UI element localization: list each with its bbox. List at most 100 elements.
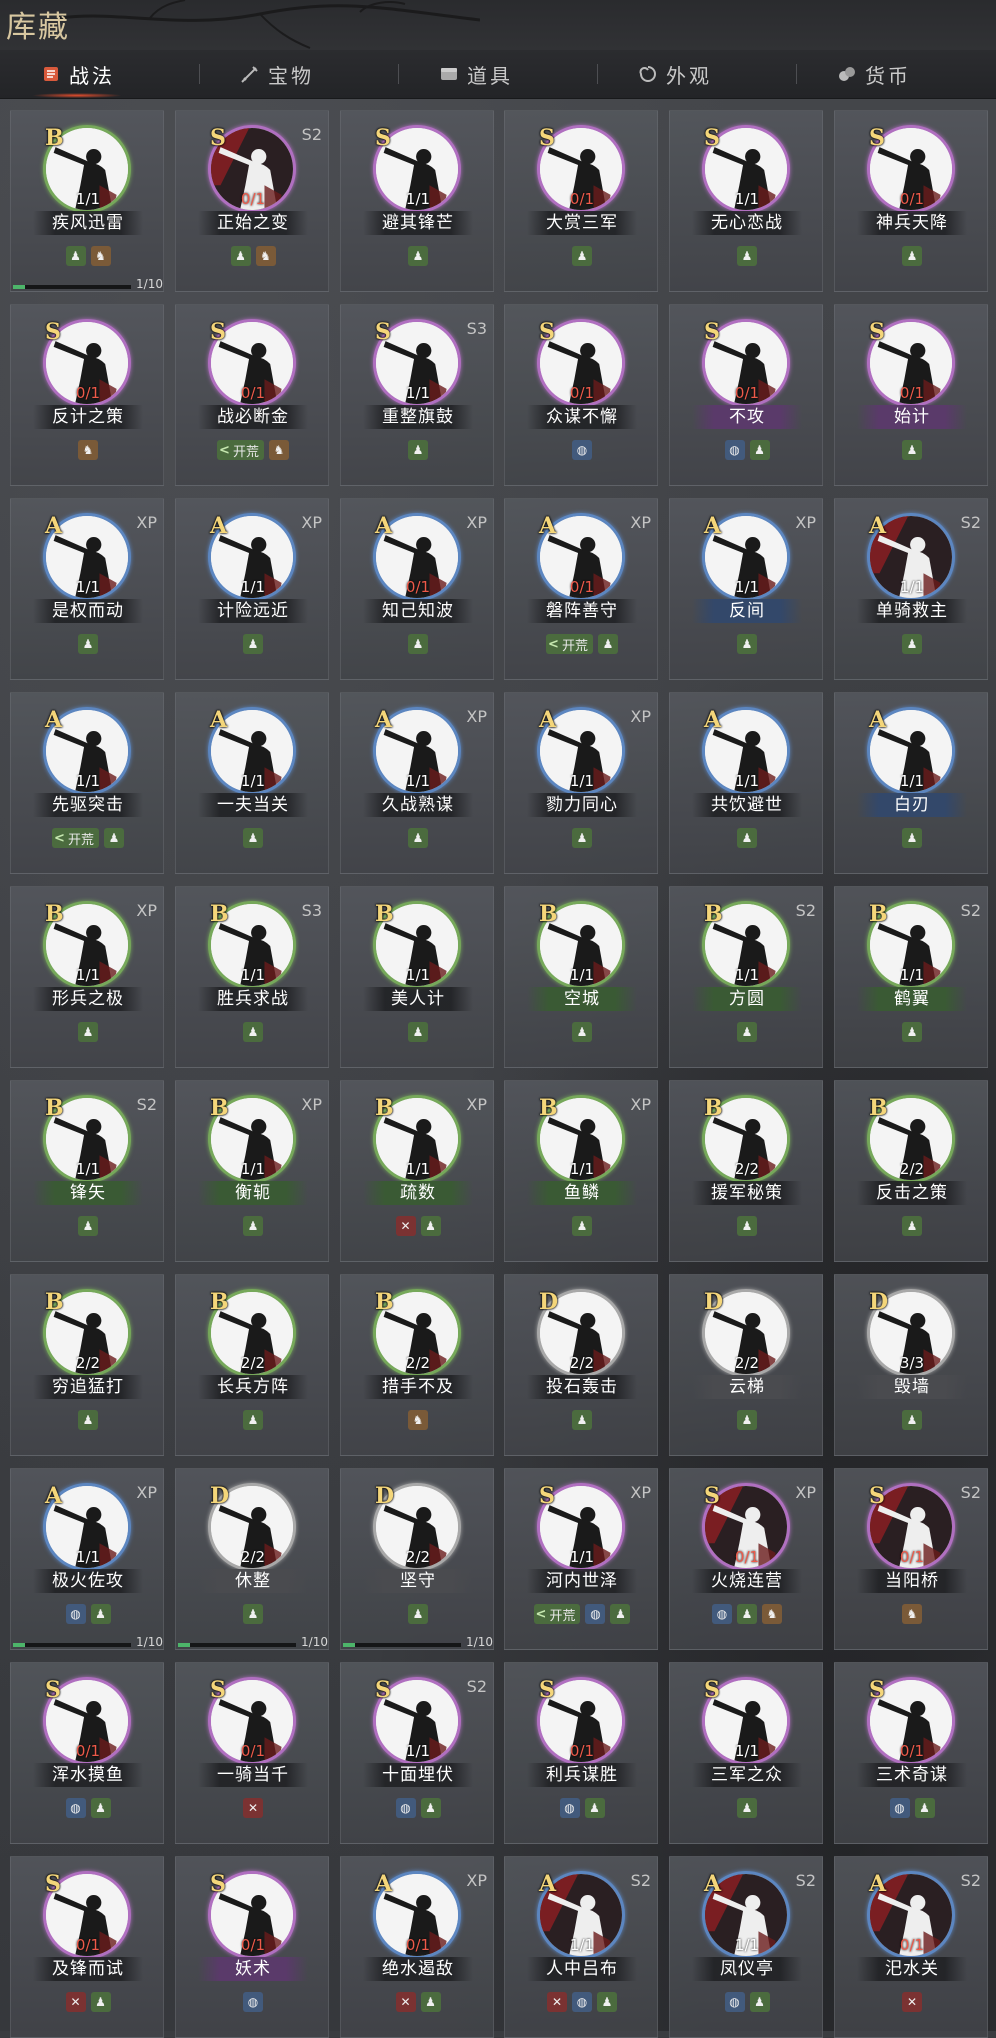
bracket-icon: < <box>535 1606 547 1622</box>
tab-1[interactable]: 战法 <box>2 50 152 98</box>
trait-icons: ♟ <box>11 1410 165 1432</box>
tactic-card[interactable]: B S2 1/1 鹤翼 ♟ <box>834 886 988 1068</box>
tactic-card[interactable]: B S2 1/1 方圆 ♟ <box>669 886 823 1068</box>
trait-icons: ♟ <box>835 1022 989 1044</box>
tactic-card[interactable]: D 2/2 坚守 ♟ 1/10 <box>340 1468 494 1650</box>
troop-icon: ♟ <box>902 1216 922 1236</box>
item-count: 1/1 <box>75 772 101 790</box>
tactic-card[interactable]: S 0/1 大赏三军 ♟ <box>504 110 658 292</box>
tactic-card[interactable]: A 1/1 白刃 ♟ <box>834 692 988 874</box>
tactic-card[interactable]: S 0/1 三术奇谋 ◍ ♟ <box>834 1662 988 1844</box>
tactic-card[interactable]: D 3/3 毁墙 ♟ <box>834 1274 988 1456</box>
tactic-name: 磐阵善守 <box>527 599 637 623</box>
tactic-card[interactable]: B XP 1/1 疏数 ✕ ♟ <box>340 1080 494 1262</box>
cavalry-icon: ♞ <box>78 440 98 460</box>
tactic-card[interactable]: B 2/2 措手不及 ♞ <box>340 1274 494 1456</box>
tactic-card[interactable]: A XP 1/1 久战熟谋 ♟ <box>340 692 494 874</box>
tactic-card[interactable]: D 2/2 休整 ♟ 1/10 <box>175 1468 329 1650</box>
cross-icon: ✕ <box>243 1798 263 1818</box>
tactic-card[interactable]: S 0/1 反计之策 ♞ <box>10 304 164 486</box>
tactic-card[interactable]: A 1/1 共饮避世 ♟ <box>669 692 823 874</box>
grade-badge: B <box>45 1095 64 1121</box>
tactic-card[interactable]: S XP 0/1 火烧连营 ◍ ♟ ♞ <box>669 1468 823 1650</box>
tactic-name: 浑水摸鱼 <box>33 1763 143 1787</box>
tactic-card[interactable]: A 1/1 一夫当关 ♟ <box>175 692 329 874</box>
tactic-card[interactable]: A XP 0/1 磐阵善守 < 开荒 ♟ <box>504 498 658 680</box>
tactic-card[interactable]: D 2/2 投石轰击 ♟ <box>504 1274 658 1456</box>
tactic-card[interactable]: A XP 1/1 计险远近 ♟ <box>175 498 329 680</box>
tactic-card[interactable]: A XP 0/1 知己知波 ♟ <box>340 498 494 680</box>
tactic-card[interactable]: S S2 1/1 十面埋伏 ◍ ♟ <box>340 1662 494 1844</box>
grade-badge: B <box>45 125 64 151</box>
trait-icons: ✕ ♟ <box>341 1992 495 2014</box>
tactic-card[interactable]: S 0/1 及锋而试 ✕ ♟ <box>10 1856 164 2038</box>
item-count: 1/1 <box>405 966 431 984</box>
trait-icons: ♟ <box>505 1410 659 1432</box>
grade-badge: A <box>375 707 393 733</box>
tactic-card[interactable]: S 0/1 众谋不懈 ◍ <box>504 304 658 486</box>
troop-icon: ♟ <box>597 634 618 654</box>
tab-bar: 战法 宝物 道具 外观 货币 <box>0 50 996 99</box>
tactic-card[interactable]: S 0/1 一骑当千 ✕ <box>175 1662 329 1844</box>
tactic-name: 锋矢 <box>33 1181 143 1205</box>
trait-icons: ♟ <box>341 828 495 850</box>
tactic-card[interactable]: A S2 0/1 汜水关 ✕ <box>834 1856 988 2038</box>
tactic-card[interactable]: S S3 1/1 重整旗鼓 ♟ <box>340 304 494 486</box>
tactic-card[interactable]: S 0/1 神兵天降 ♟ <box>834 110 988 292</box>
tactic-card[interactable]: B 2/2 长兵方阵 ♟ <box>175 1274 329 1456</box>
tactic-card[interactable]: B 1/1 疾风迅雷 ♟ ♞ 1/10 <box>10 110 164 292</box>
item-count: 1/1 <box>240 966 266 984</box>
tactic-card[interactable]: S 1/1 三军之众 ♟ <box>669 1662 823 1844</box>
tactic-card[interactable]: D 2/2 云梯 ♟ <box>669 1274 823 1456</box>
tab-3[interactable]: 道具 <box>400 50 550 98</box>
tactic-card[interactable]: S 0/1 利兵谋胜 ◍ ♟ <box>504 1662 658 1844</box>
tab-separator <box>796 64 797 84</box>
tactic-card[interactable]: A XP 1/1 反间 ♟ <box>669 498 823 680</box>
tactic-name: 一骑当千 <box>198 1763 308 1787</box>
grade-badge: S <box>539 319 555 345</box>
grade-badge: D <box>539 1289 559 1315</box>
tab-4[interactable]: 外观 <box>599 50 749 98</box>
tactic-card[interactable]: B 1/1 空城 ♟ <box>504 886 658 1068</box>
tactic-card[interactable]: S XP 1/1 河内世泽 < 开荒 ◍ ♟ <box>504 1468 658 1650</box>
tactic-card[interactable]: S S2 0/1 当阳桥 ♞ <box>834 1468 988 1650</box>
title-bar: 库藏 <box>0 0 996 50</box>
tactic-card[interactable]: A XP 1/1 是权而动 ♟ <box>10 498 164 680</box>
tactic-card[interactable]: B 2/2 援军秘策 ♟ <box>669 1080 823 1262</box>
tactic-card[interactable]: B 2/2 反击之策 ♟ <box>834 1080 988 1262</box>
tactic-card[interactable]: S 0/1 不攻 ◍ ♟ <box>669 304 823 486</box>
tactic-card[interactable]: A S2 1/1 单骑救主 ♟ <box>834 498 988 680</box>
tactic-card[interactable]: A S2 1/1 凤仪亭 ◍ ♟ <box>669 1856 823 2038</box>
season-tag: XP <box>795 1483 816 1502</box>
tactic-card[interactable]: A XP 1/1 勠力同心 ♟ <box>504 692 658 874</box>
tab-5[interactable]: 货币 <box>798 50 948 98</box>
branch-decoration <box>60 0 480 49</box>
tactic-card[interactable]: A XP 1/1 极火佐攻 ◍ ♟ 1/10 <box>10 1468 164 1650</box>
grade-badge: S <box>210 1871 226 1897</box>
tactic-card[interactable]: S 0/1 妖术 ◍ <box>175 1856 329 2038</box>
tactic-card[interactable]: B XP 1/1 形兵之极 ♟ <box>10 886 164 1068</box>
tactic-card[interactable]: A XP 0/1 绝水遏敌 ✕ ♟ <box>340 1856 494 2038</box>
tactic-name: 一夫当关 <box>198 793 308 817</box>
tactic-card[interactable]: S 0/1 浑水摸鱼 ◍ ♟ <box>10 1662 164 1844</box>
season-tag: S3 <box>466 319 487 338</box>
tactic-name: 胜兵求战 <box>198 987 308 1011</box>
tactic-card[interactable]: B XP 1/1 鱼鳞 ♟ <box>504 1080 658 1262</box>
tab-2[interactable]: 宝物 <box>201 50 351 98</box>
tactic-card[interactable]: B S3 1/1 胜兵求战 ♟ <box>175 886 329 1068</box>
tactic-card[interactable]: S 0/1 战必断金 < 开荒 ♞ <box>175 304 329 486</box>
tactic-name: 妖术 <box>198 1957 308 1981</box>
tactic-card[interactable]: A S2 1/1 人中吕布 ✕ ◍ ♟ <box>504 1856 658 2038</box>
trait-icons: < 开荒 ◍ ♟ <box>505 1604 659 1626</box>
trait-icons: ♟ <box>670 1798 824 1820</box>
tactic-card[interactable]: S 1/1 无心恋战 ♟ <box>669 110 823 292</box>
tactic-card[interactable]: B S2 1/1 锋矢 ♟ <box>10 1080 164 1262</box>
tactic-card[interactable]: S 0/1 始计 ♟ <box>834 304 988 486</box>
tactic-card[interactable]: S S2 0/1 正始之变 ♟ ♞ <box>175 110 329 292</box>
tactic-card[interactable]: S 1/1 避其锋芒 ♟ <box>340 110 494 292</box>
grade-badge: A <box>869 707 887 733</box>
tactic-card[interactable]: B XP 1/1 衡轭 ♟ <box>175 1080 329 1262</box>
tactic-card[interactable]: B 2/2 穷追猛打 ♟ <box>10 1274 164 1456</box>
tactic-card[interactable]: A 1/1 先驱突击 < 开荒 ♟ <box>10 692 164 874</box>
tactic-card[interactable]: B 1/1 美人计 ♟ <box>340 886 494 1068</box>
